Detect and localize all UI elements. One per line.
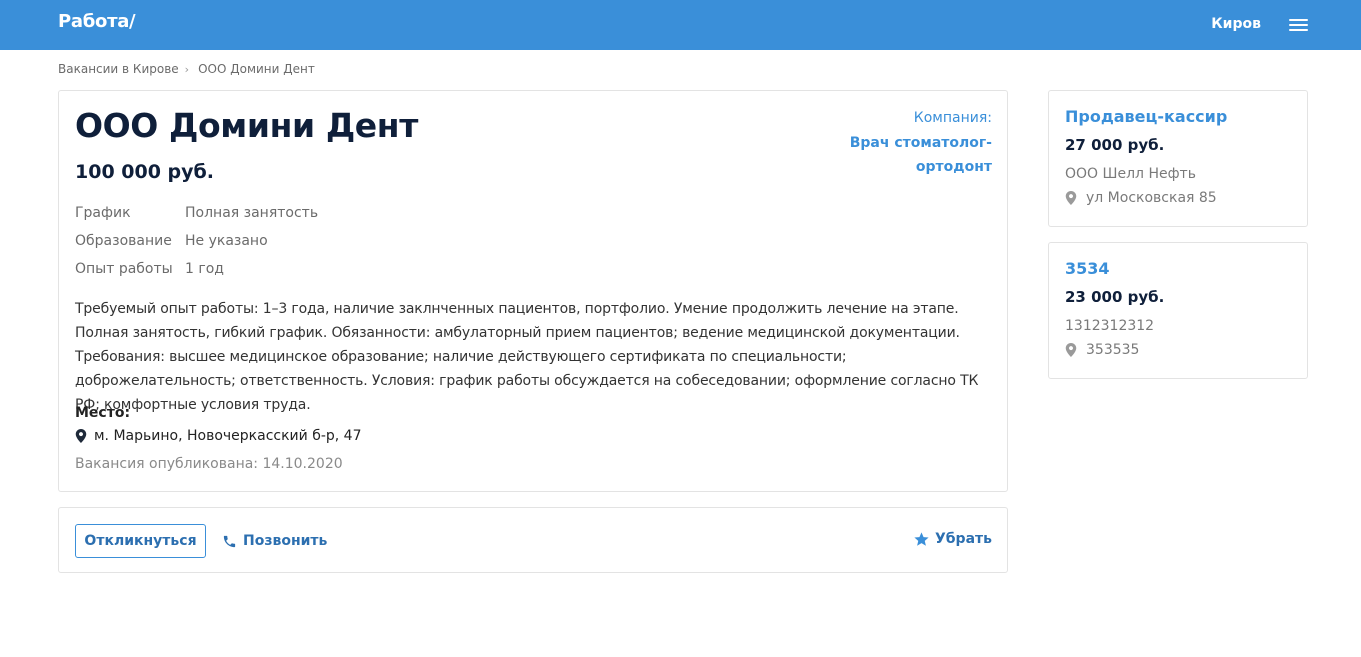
breadcrumb-vacancies-link[interactable]: Вакансии в Кирове <box>58 62 179 76</box>
similar-vacancy-salary: 23 000 руб. <box>1065 288 1165 306</box>
remove-button-label: Убрать <box>934 531 992 547</box>
similar-vacancy-title[interactable]: Продавец-кассир <box>1065 107 1227 126</box>
breadcrumb-separator: › <box>184 62 190 76</box>
similar-vacancy-card: Продавец-кассир 27 000 руб. ООО Шелл Неф… <box>1048 90 1308 227</box>
vacancy-salary: 100 000 руб. <box>75 161 215 183</box>
location-pin-icon <box>1065 343 1077 357</box>
top-navbar: Работа/ Киров <box>0 0 1361 50</box>
vacancy-card: ООО Домини Дент 100 000 руб. Компания: В… <box>58 90 1008 492</box>
company-link[interactable]: Врач стоматолог- ортодонт <box>850 131 992 179</box>
property-row-experience: Опыт работы 1 год <box>75 255 318 283</box>
remove-favorite-button[interactable]: Убрать <box>913 528 992 550</box>
property-value: Не указано <box>185 233 268 249</box>
similar-vacancy-card: 3534 23 000 руб. 1312312312 353535 <box>1048 242 1308 379</box>
similar-vacancy-title[interactable]: 3534 <box>1065 259 1110 278</box>
similar-vacancy-company: 1312312312 <box>1065 318 1155 334</box>
place-label: Место: <box>75 405 131 421</box>
address-text: м. Марьино, Новочеркасский б-р, 47 <box>94 428 362 444</box>
similar-vacancy-company: ООО Шелл Нефть <box>1065 166 1196 182</box>
vacancy-properties: График Полная занятость Образование Не у… <box>75 199 318 283</box>
company-label: Компания: <box>913 110 992 126</box>
property-value: Полная занятость <box>185 205 319 221</box>
vacancy-description: Требуемый опыт работы: 1–3 года, наличие… <box>75 301 979 413</box>
breadcrumb-current: ООО Домини Дент <box>198 62 315 76</box>
company-block: Компания: Врач стоматолог- ортодонт <box>850 108 992 179</box>
action-bar: Откликнуться Позвонить Убрать <box>58 507 1008 573</box>
property-key: График <box>75 205 131 221</box>
phone-icon <box>223 535 236 547</box>
breadcrumb: Вакансии в Кирове › ООО Домини Дент <box>58 62 315 76</box>
hamburger-menu-icon[interactable] <box>1289 18 1309 33</box>
respond-button[interactable]: Откликнуться <box>75 524 206 558</box>
city-selector[interactable]: Киров <box>1211 16 1261 32</box>
address-text: ул Московская 85 <box>1086 190 1217 206</box>
published-date: Вакансия опубликована: 14.10.2020 <box>75 456 343 472</box>
company-name-line-2: ортодонт <box>915 159 992 175</box>
address-text: 353535 <box>1086 342 1140 358</box>
property-key: Опыт работы <box>75 261 173 277</box>
call-button[interactable]: Позвонить <box>222 530 327 552</box>
property-key: Образование <box>75 233 172 249</box>
call-button-label: Позвонить <box>243 533 328 549</box>
similar-vacancy-address: ул Московская 85 <box>1065 190 1217 206</box>
property-row-schedule: График Полная занятость <box>75 199 318 227</box>
similar-vacancy-address: 353535 <box>1065 342 1139 358</box>
star-icon <box>914 531 929 546</box>
similar-vacancy-salary: 27 000 руб. <box>1065 136 1165 154</box>
company-name-line-1: Врач стоматолог- <box>849 135 992 151</box>
property-value: 1 год <box>185 261 224 277</box>
property-row-education: Образование Не указано <box>75 227 318 255</box>
site-logo[interactable]: Работа/ <box>58 11 136 32</box>
place-address: м. Марьино, Новочеркасский б-р, 47 <box>75 428 361 444</box>
location-pin-icon <box>1065 191 1077 205</box>
page-title: ООО Домини Дент <box>75 106 418 145</box>
location-pin-icon <box>75 429 87 443</box>
